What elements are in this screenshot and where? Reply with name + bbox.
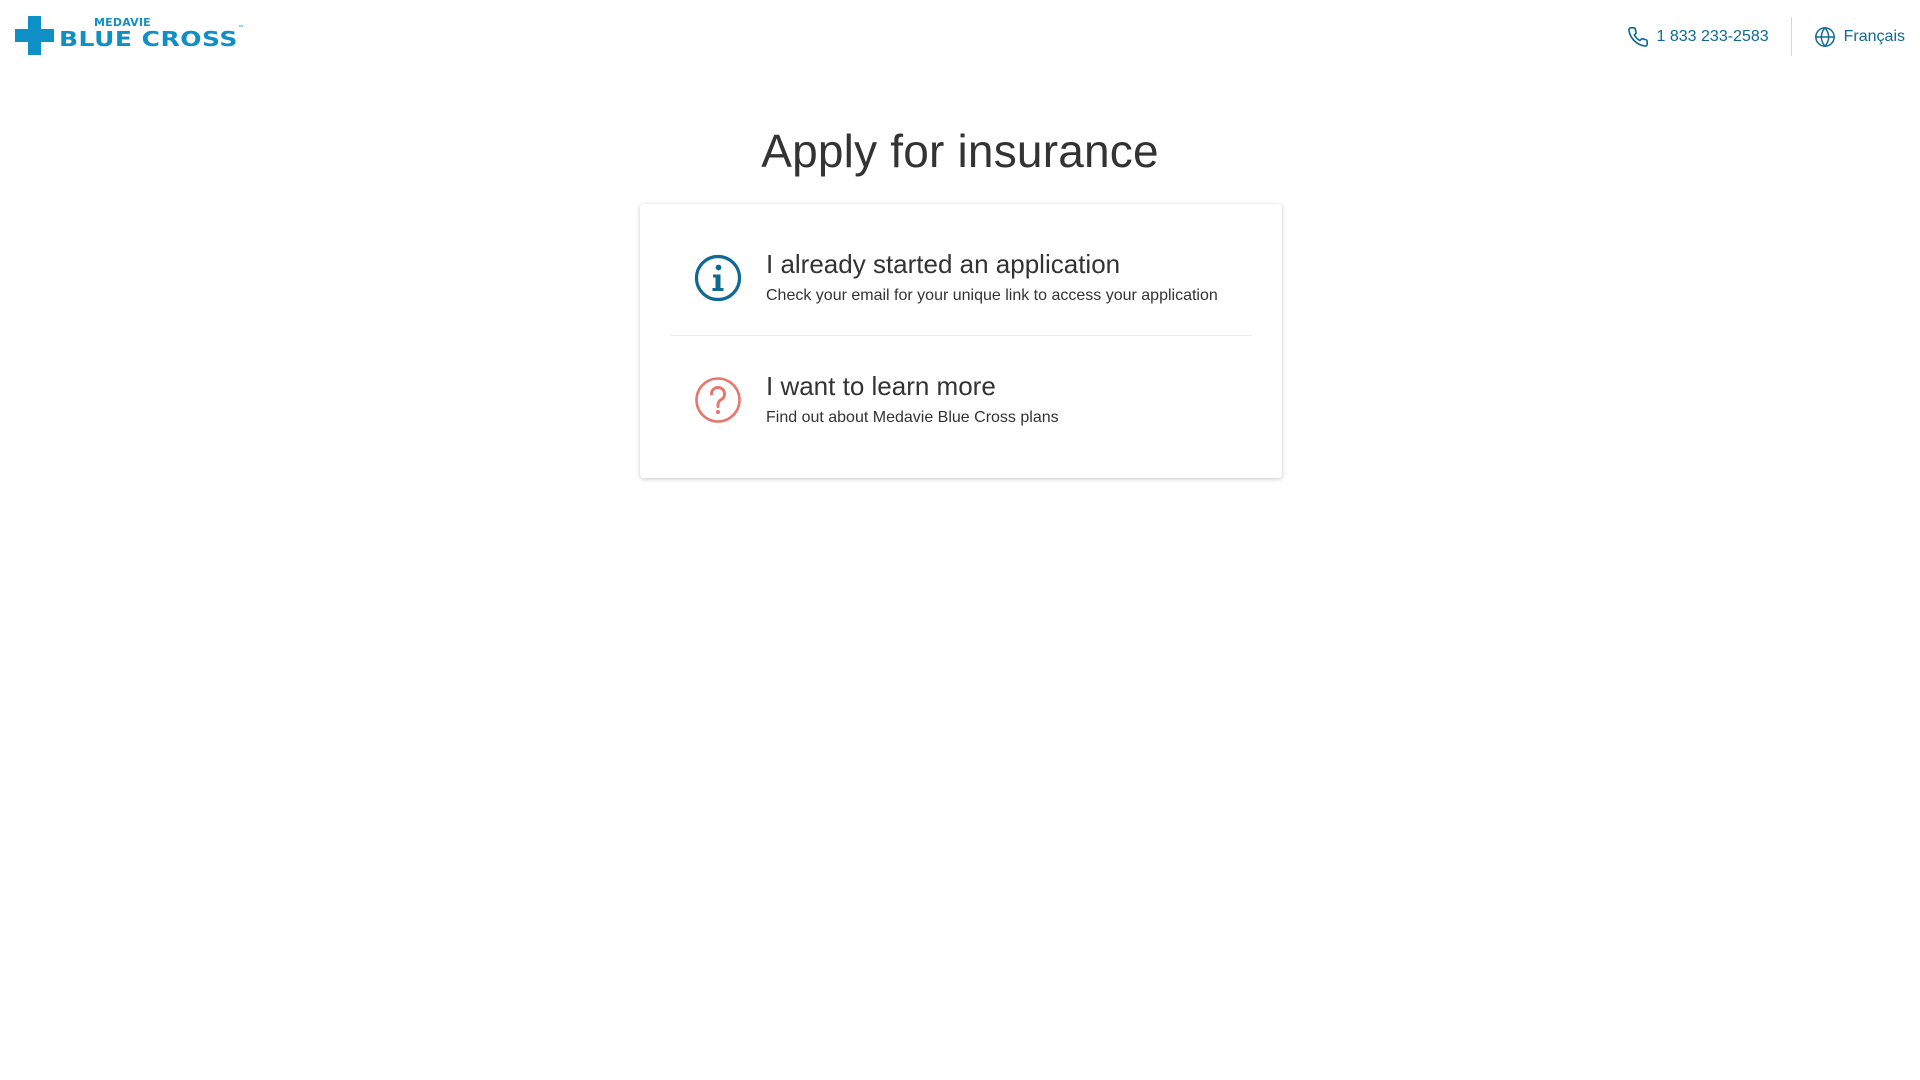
option-title: I already started an application [766, 249, 1121, 279]
page-title: Apply for insurance [761, 125, 1159, 177]
logo-big-text: BLUE CROSS™ [59, 25, 244, 51]
option-learn-more-text: I want to learn more Find out about Meda… [766, 370, 1059, 428]
option-learn-more[interactable]: I want to learn more Find out about Meda… [670, 370, 1252, 428]
option-already-started-text: I already started an application Check y… [766, 248, 1218, 306]
options-card: I already started an application Check y… [640, 204, 1282, 478]
logo-wordmark: MEDAVIE BLUE CROSS™ [59, 17, 244, 54]
globe-icon [1814, 26, 1835, 47]
medavie-blue-cross-logo[interactable]: MEDAVIE BLUE CROSS™ [15, 15, 244, 56]
logo-small-text: MEDAVIE [94, 16, 151, 29]
phone-icon [1627, 26, 1648, 47]
blue-cross-icon [15, 16, 54, 55]
trademark-symbol: ™ [237, 25, 245, 31]
question-circle-icon [695, 377, 741, 423]
phone-link[interactable]: 1 833 233-2583 [1627, 17, 1791, 56]
option-description: Check your email for your unique link to… [766, 287, 1218, 304]
language-label: Français [1843, 27, 1905, 45]
option-title: I want to learn more [766, 371, 996, 401]
option-already-started[interactable]: I already started an application Check y… [670, 248, 1252, 306]
logo-big-label: BLUE CROSS [59, 27, 238, 51]
info-circle-icon [694, 254, 742, 302]
phone-number: 1 833 233-2583 [1656, 27, 1769, 45]
header-utility-nav: 1 833 233-2583 Français [1627, 17, 1920, 56]
option-description: Find out about Medavie Blue Cross plans [766, 409, 1059, 426]
option-separator [670, 335, 1252, 336]
site-header: MEDAVIE BLUE CROSS™ 1 833 233-2583 Franç… [0, 0, 1920, 76]
language-toggle[interactable]: Français [1792, 17, 1920, 56]
